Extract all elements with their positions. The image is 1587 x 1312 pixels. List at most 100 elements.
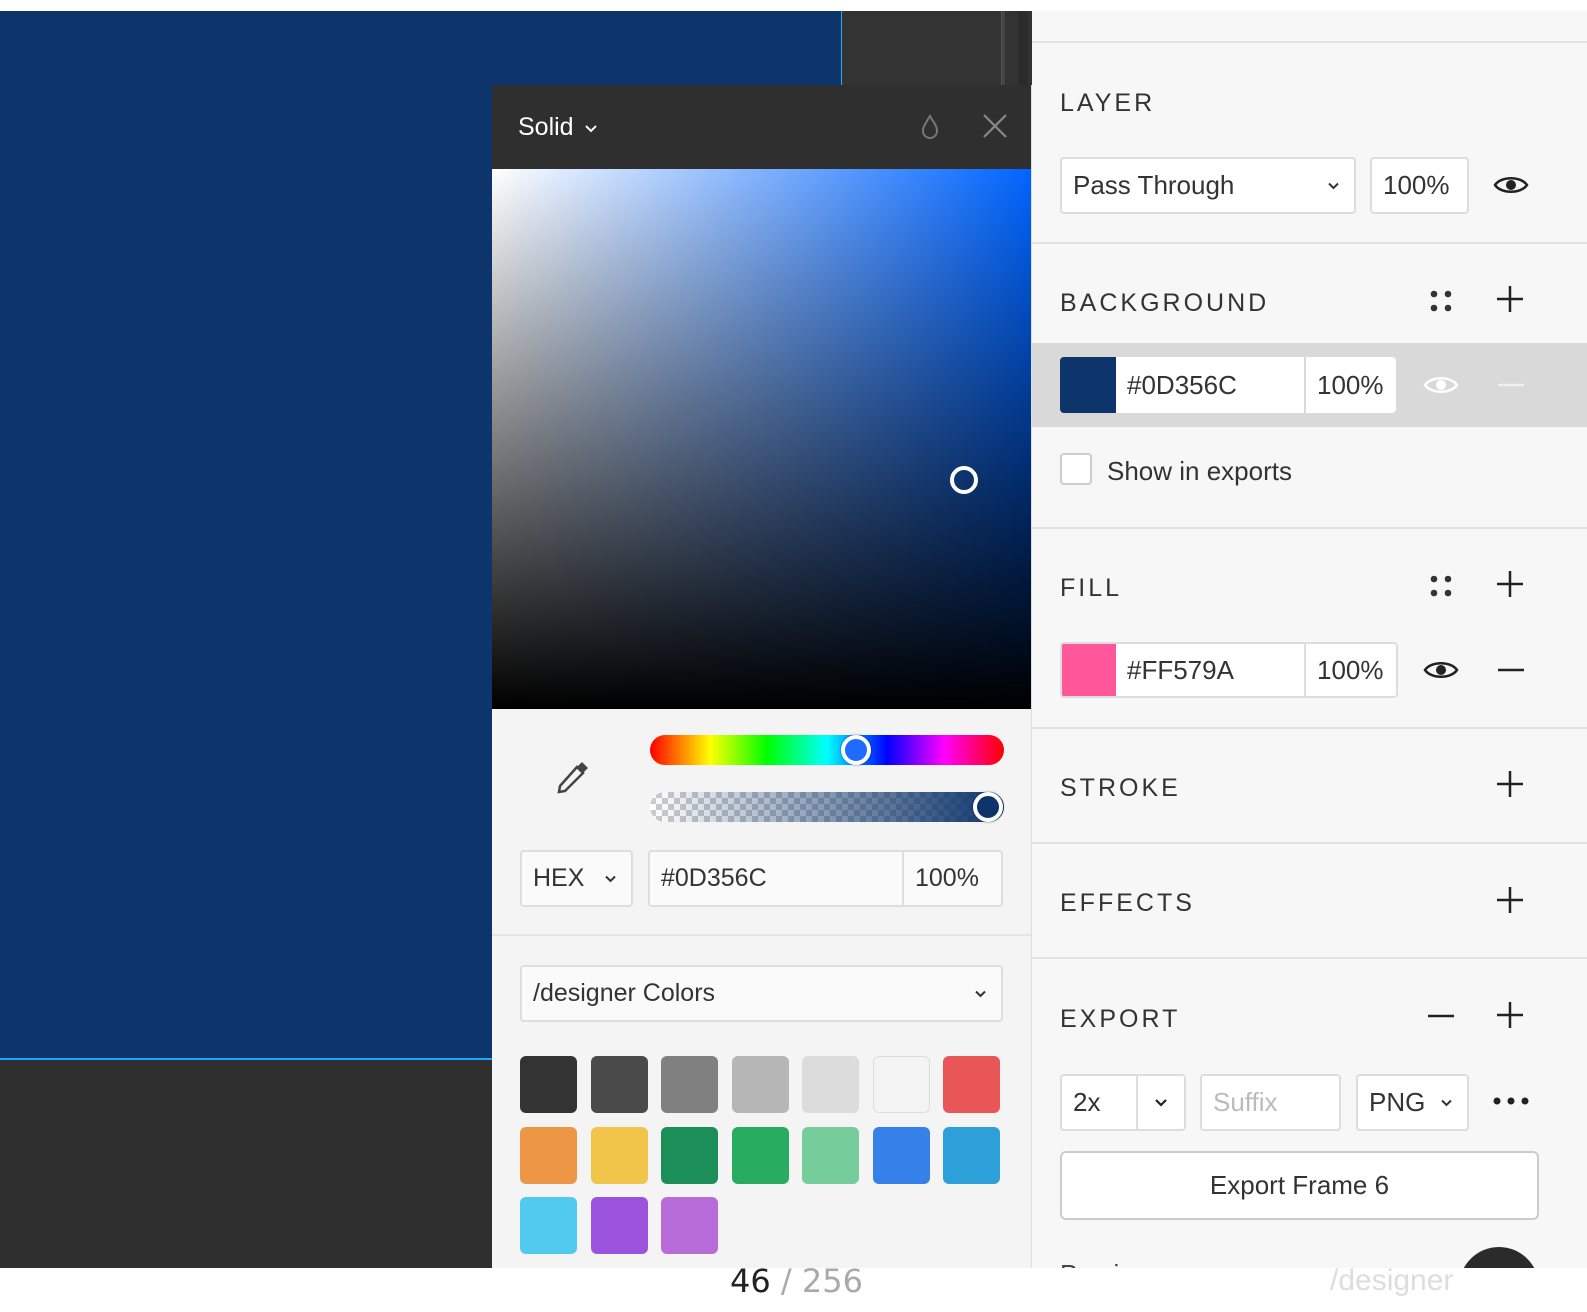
opacity-value: 100%	[915, 864, 979, 892]
color-swatch[interactable]	[661, 1056, 718, 1113]
show-in-exports-checkbox[interactable]	[1060, 453, 1092, 485]
export-format-label: PNG	[1369, 1087, 1426, 1117]
brand-watermark: /designer	[1330, 1264, 1454, 1297]
hex-value: #0D356C	[661, 864, 767, 892]
opacity-input[interactable]: 100%	[902, 850, 1003, 907]
hex-input[interactable]: #0D356C	[648, 850, 904, 907]
color-format-label: HEX	[533, 864, 585, 892]
color-swatch[interactable]	[802, 1126, 859, 1184]
blend-mode-select[interactable]: Pass Through	[1060, 157, 1356, 214]
background-color-swatch[interactable]	[1060, 357, 1116, 413]
color-picker: Solid HEX #0D356C 100% /designer Colors	[492, 85, 1032, 1268]
chevron-down-icon	[1327, 178, 1340, 193]
color-swatch[interactable]	[872, 1056, 930, 1113]
add-export-button[interactable]	[1490, 995, 1530, 1035]
add-fill-button[interactable]	[1490, 564, 1530, 604]
divider	[1032, 727, 1587, 729]
hue-slider[interactable]	[650, 735, 1004, 765]
chevron-down-icon	[1440, 1095, 1453, 1110]
export-section-title: EXPORT	[1060, 1005, 1181, 1033]
eye-icon[interactable]	[1421, 365, 1461, 405]
fill-hex-value: #FF579A	[1127, 654, 1234, 685]
color-swatch[interactable]	[943, 1056, 1000, 1113]
color-format-select[interactable]: HEX	[520, 850, 633, 907]
page-counter: 46 / 256	[730, 1262, 863, 1300]
picker-header: Solid	[492, 85, 1031, 169]
divider	[1032, 842, 1587, 844]
color-swatch[interactable]	[590, 1056, 648, 1113]
properties-panel: LAYER Pass Through 100% BACKGROUND #0D35…	[1032, 11, 1587, 1312]
fill-section-title: FILL	[1060, 574, 1123, 602]
add-effect-button[interactable]	[1490, 880, 1530, 920]
layer-opacity-value: 100%	[1383, 170, 1450, 200]
fill-mode-dropdown[interactable]: Solid	[518, 113, 598, 142]
divider	[1032, 41, 1587, 43]
fill-hex-input[interactable]: #FF579A	[1116, 642, 1306, 698]
background-opacity-input[interactable]: 100%	[1306, 357, 1396, 413]
divider	[1032, 957, 1587, 959]
saturation-handle[interactable]	[950, 466, 978, 494]
fill-color-swatch[interactable]	[1060, 642, 1116, 698]
hue-handle[interactable]	[841, 735, 871, 765]
background-opacity-value: 100%	[1317, 369, 1384, 400]
alpha-slider[interactable]	[650, 792, 1004, 822]
drop-icon[interactable]	[918, 113, 942, 141]
fill-mode-label: Solid	[518, 112, 574, 141]
background-hex-input[interactable]: #0D356C	[1116, 357, 1304, 413]
export-scale-dropdown[interactable]	[1136, 1074, 1186, 1131]
chevron-down-icon	[604, 871, 617, 886]
export-scale-input[interactable]: 2x	[1060, 1074, 1138, 1131]
saturation-value-area[interactable]	[492, 169, 1031, 709]
background-section-title: BACKGROUND	[1060, 289, 1270, 317]
scrollbar[interactable]	[1001, 11, 1005, 85]
fill-opacity-input[interactable]: 100%	[1304, 642, 1398, 698]
color-library-label: /designer Colors	[533, 979, 716, 1007]
page-current: 46	[730, 1262, 771, 1300]
export-format-select[interactable]: PNG	[1356, 1074, 1469, 1131]
remove-export-button[interactable]	[1421, 996, 1461, 1036]
color-library-select[interactable]: /designer Colors	[520, 965, 1003, 1022]
show-in-exports-label: Show in exports	[1107, 456, 1292, 486]
divider	[1032, 527, 1587, 529]
export-suffix-input[interactable]: Suffix	[1200, 1074, 1341, 1131]
eye-icon[interactable]	[1421, 650, 1461, 690]
color-swatch[interactable]	[661, 1126, 718, 1184]
chevron-down-icon	[974, 986, 987, 1001]
color-swatch[interactable]	[590, 1126, 648, 1184]
color-swatch[interactable]	[520, 1197, 577, 1254]
effects-section-title: EFFECTS	[1060, 889, 1195, 917]
export-scale-value: 2x	[1073, 1087, 1101, 1117]
blend-mode-label: Pass Through	[1073, 170, 1235, 200]
layer-opacity-input[interactable]: 100%	[1370, 157, 1469, 214]
color-swatch[interactable]	[520, 1126, 577, 1184]
color-swatch[interactable]	[590, 1197, 648, 1254]
color-swatch[interactable]	[872, 1126, 930, 1184]
color-swatch[interactable]	[943, 1126, 1000, 1184]
background-hex-value: #0D356C	[1127, 369, 1237, 400]
export-suffix-placeholder: Suffix	[1213, 1087, 1278, 1117]
fill-opacity-value: 100%	[1317, 654, 1384, 685]
add-stroke-button[interactable]	[1490, 764, 1530, 804]
remove-background-button[interactable]	[1491, 365, 1531, 405]
close-icon[interactable]	[982, 113, 1008, 139]
divider	[1032, 242, 1587, 244]
eyedropper-icon[interactable]	[552, 758, 592, 798]
color-swatch[interactable]	[520, 1056, 577, 1113]
color-swatch[interactable]	[731, 1126, 789, 1184]
add-background-button[interactable]	[1490, 279, 1530, 319]
stroke-section-title: STROKE	[1060, 774, 1181, 802]
styles-grid-icon[interactable]	[1421, 566, 1461, 606]
eye-icon[interactable]	[1491, 165, 1531, 205]
alpha-handle[interactable]	[973, 792, 1003, 822]
color-swatch[interactable]	[661, 1197, 718, 1254]
more-options-icon[interactable]	[1491, 1081, 1531, 1121]
color-swatch[interactable]	[731, 1056, 789, 1113]
color-swatch[interactable]	[802, 1056, 859, 1113]
styles-grid-icon[interactable]	[1421, 281, 1461, 321]
workspace-background-bottom	[0, 1060, 492, 1268]
export-frame-button[interactable]: Export Frame 6	[1060, 1151, 1539, 1220]
panel-divider	[1018, 11, 1028, 85]
divider	[492, 934, 1031, 936]
remove-fill-button[interactable]	[1491, 650, 1531, 690]
page-total: / 256	[770, 1262, 863, 1300]
